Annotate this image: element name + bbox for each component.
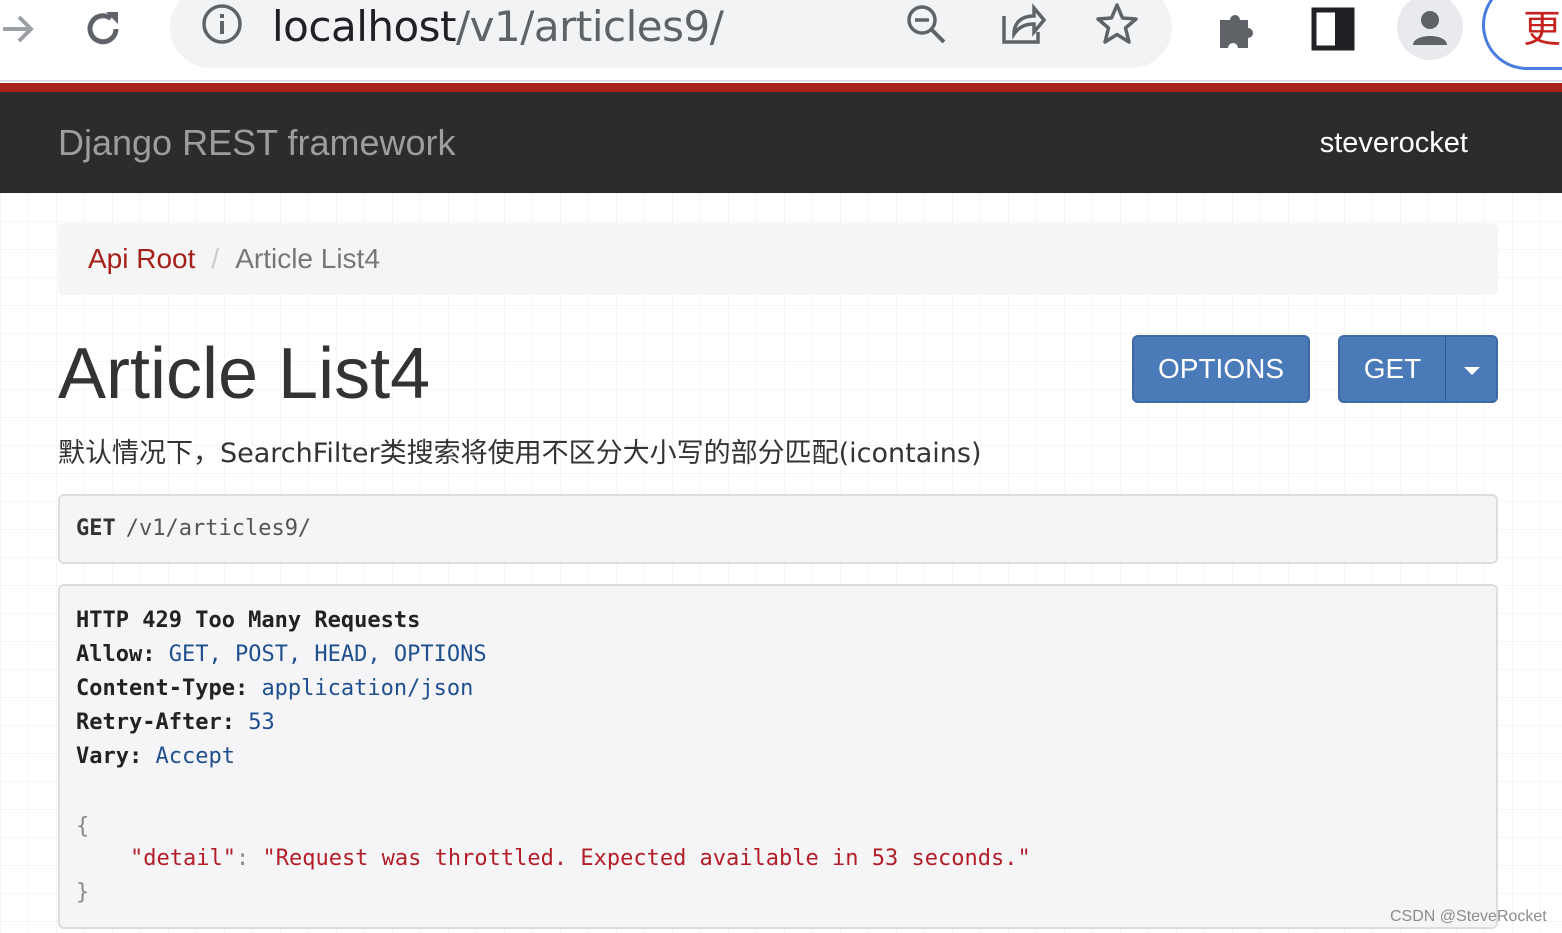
browser-toolbar: localhost/v1/articles9/ 更新 — [0, 0, 1562, 82]
json-value: "Request was throttled. Expected availab… — [262, 846, 1031, 871]
update-button-label: 更新 — [1523, 7, 1562, 51]
navbar-brand[interactable]: Django REST framework — [58, 120, 455, 166]
header-key: Retry-After: — [76, 710, 235, 735]
page-title: Article List4 — [58, 334, 431, 414]
options-button[interactable]: OPTIONS — [1132, 335, 1310, 403]
get-format-dropdown[interactable] — [1446, 335, 1498, 403]
response-header: Allow: GET, POST, HEAD, OPTIONS — [76, 638, 487, 672]
share-icon[interactable] — [1000, 2, 1047, 51]
json-colon: : — [235, 846, 263, 871]
breadcrumb-separator: / — [211, 243, 220, 274]
extensions-icon[interactable] — [1212, 4, 1262, 54]
header-value: GET, POST, HEAD, OPTIONS — [168, 642, 487, 667]
json-open-brace: { — [76, 810, 89, 844]
response-header: Retry-After: 53 — [76, 706, 275, 740]
breadcrumb: Api Root / Article List4 — [58, 223, 1498, 295]
drf-navbar: Django REST framework steverocket — [0, 83, 1562, 193]
back-arrow-icon[interactable] — [0, 4, 42, 54]
header-key: Vary: — [76, 744, 143, 769]
url-host: localhost — [272, 2, 457, 51]
json-close-brace: } — [76, 876, 89, 910]
caret-down-icon — [1464, 367, 1480, 375]
breadcrumb-current: Article List4 — [235, 243, 380, 274]
watermark: CSDN @SteveRocket — [1390, 908, 1547, 925]
request-path: /v1/articles9/ — [125, 516, 312, 541]
header-value: 53 — [248, 710, 275, 735]
json-key: "detail" — [130, 846, 236, 871]
response-header: Content-Type: application/json — [76, 672, 473, 706]
header-value: application/json — [261, 676, 474, 701]
response-info: HTTP 429 Too Many Requests Allow: GET, P… — [58, 584, 1498, 929]
header-key: Content-Type: — [76, 676, 249, 701]
side-panel-icon[interactable] — [1308, 4, 1358, 54]
status-line: HTTP 429 Too Many Requests — [76, 608, 421, 633]
profile-icon[interactable] — [1397, 0, 1463, 60]
json-brace: { — [76, 814, 90, 839]
navbar-user[interactable]: steverocket — [1320, 124, 1468, 162]
request-info: GET/v1/articles9/ — [58, 494, 1498, 564]
page-description: 默认情况下，SearchFilter类搜索将使用不区分大小写的部分匹配(icon… — [58, 438, 982, 469]
get-button[interactable]: GET — [1338, 335, 1446, 403]
json-detail-line: "detail": "Request was throttled. Expect… — [130, 842, 1031, 876]
reload-icon[interactable] — [78, 4, 128, 54]
request-method: GET — [76, 516, 116, 541]
header-value: Accept — [155, 744, 235, 769]
breadcrumb-api-root[interactable]: Api Root — [88, 243, 195, 274]
update-button[interactable]: 更新 — [1482, 0, 1562, 70]
url-text[interactable]: localhost/v1/articles9/ — [272, 0, 724, 54]
info-icon[interactable] — [200, 2, 244, 51]
star-icon[interactable] — [1094, 2, 1140, 51]
response-header: Vary: Accept — [76, 740, 235, 774]
zoom-out-icon[interactable] — [904, 2, 948, 51]
url-path: /v1/articles9/ — [456, 2, 724, 51]
header-key: Allow: — [76, 642, 156, 667]
response-status: HTTP 429 Too Many Requests — [76, 604, 420, 638]
json-brace: } — [76, 880, 90, 905]
address-bar[interactable]: localhost/v1/articles9/ — [170, 0, 1172, 68]
